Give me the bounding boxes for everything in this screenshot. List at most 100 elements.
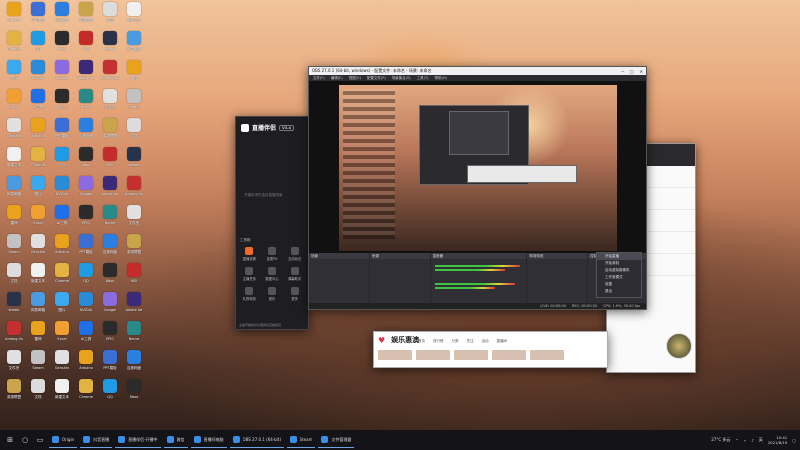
desktop-icon[interactable]: AI工具 bbox=[50, 205, 74, 233]
dock-sources[interactable]: 来源 bbox=[369, 253, 430, 309]
menu-view[interactable]: 视图(V) bbox=[349, 76, 361, 81]
desktop-icon[interactable]: Genshin bbox=[50, 350, 74, 378]
desktop-icon[interactable]: QQ bbox=[50, 147, 74, 175]
nav-category[interactable]: 分类 bbox=[452, 339, 459, 344]
desktop-icon[interactable]: Nerve bbox=[122, 321, 146, 349]
desktop-icon[interactable]: 图片 bbox=[2, 60, 26, 88]
desktop-icon[interactable]: Xbox bbox=[122, 379, 146, 407]
menu-scene-collection[interactable]: 场景集合(S) bbox=[392, 76, 411, 81]
nav-home[interactable]: 首页 bbox=[418, 339, 425, 344]
tool-music[interactable]: 音乐 bbox=[262, 287, 283, 301]
desktop-icon[interactable]: Arduino bbox=[2, 2, 26, 30]
desktop-icon[interactable]: steam bbox=[122, 147, 146, 175]
weather-text[interactable]: 27°C 多云 bbox=[711, 437, 730, 443]
tool-danmaku[interactable]: 弹幕助手 bbox=[284, 267, 305, 281]
taskbar-app[interactable]: Origin bbox=[49, 432, 78, 448]
desktop-icon[interactable]: NVIDIA bbox=[50, 176, 74, 204]
desktop-icon[interactable]: PPT模板 bbox=[74, 234, 98, 262]
task-view-icon[interactable]: ▭ bbox=[34, 434, 46, 446]
network-icon[interactable]: ⌁ bbox=[744, 438, 746, 443]
desktop-icon[interactable]: 网易邮箱 bbox=[2, 176, 26, 204]
dock-transitions[interactable]: 转场特效 bbox=[527, 253, 588, 309]
desktop-icon[interactable]: Chrome bbox=[2, 31, 26, 59]
desktop-icon[interactable]: 文档 bbox=[98, 2, 122, 30]
clock[interactable]: 10:41 2021/8/19 bbox=[768, 435, 787, 445]
desktop-icon[interactable]: 百度网盘 bbox=[122, 350, 146, 378]
desktop-icon[interactable]: Nerve bbox=[98, 205, 122, 233]
taskbar-app[interactable]: 抖音直播 bbox=[80, 432, 113, 448]
desktop-icon[interactable]: Chrome bbox=[26, 147, 50, 175]
tool-tasks[interactable]: 主播任务 bbox=[239, 267, 260, 281]
desktop-icon[interactable]: 雷神 bbox=[2, 205, 26, 233]
desktop-icon[interactable]: steam bbox=[98, 31, 122, 59]
desktop-icon[interactable]: 百度网盘 bbox=[74, 118, 98, 146]
desktop-icon[interactable]: 雷神 bbox=[26, 321, 50, 349]
desktop-icon[interactable]: 新建文本 bbox=[122, 2, 146, 30]
tool-more[interactable]: 更多 bbox=[284, 287, 305, 301]
desktop-icon[interactable]: NVIDIA bbox=[74, 292, 98, 320]
desktop-icon[interactable]: 新建文本 bbox=[50, 379, 74, 407]
desktop-icon[interactable]: QQ bbox=[98, 379, 122, 407]
menu-help[interactable]: 帮助(H) bbox=[435, 76, 447, 81]
desktop-icon[interactable]: 文件夹 bbox=[98, 89, 122, 117]
desktop-icon[interactable]: PPT模板 bbox=[26, 2, 50, 30]
desktop-icon[interactable]: Among Us bbox=[98, 60, 122, 88]
desktop-icon[interactable]: 图片 bbox=[26, 176, 50, 204]
desktop-icon[interactable]: Arduino bbox=[74, 350, 98, 378]
desktop-icon[interactable]: 英雄联盟 bbox=[2, 379, 26, 407]
taskbar-app[interactable]: 直播间电脑 bbox=[190, 432, 227, 448]
desktop-icon[interactable]: 新建文本 bbox=[2, 147, 26, 175]
studio-mode-item[interactable]: 工作室模式 bbox=[597, 274, 641, 281]
desktop-icon[interactable]: Adobe Ae bbox=[74, 60, 98, 88]
desktop-icon[interactable]: AI工具 bbox=[26, 89, 50, 117]
desktop-icon[interactable]: Chrome bbox=[74, 379, 98, 407]
chevron-up-icon[interactable]: ⌃ bbox=[735, 438, 738, 443]
maximize-icon[interactable]: □ bbox=[630, 69, 634, 74]
desktop-icon[interactable]: NVIDIA bbox=[26, 60, 50, 88]
desktop-icon[interactable]: Among Us bbox=[122, 176, 146, 204]
desktop-icon[interactable]: Steam bbox=[26, 350, 50, 378]
desktop-icon[interactable]: steam bbox=[2, 292, 26, 320]
desktop-icon[interactable]: Adobe Ae bbox=[98, 176, 122, 204]
desktop-icon[interactable]: 文档 bbox=[122, 118, 146, 146]
desktop-icon[interactable]: MSI bbox=[122, 263, 146, 291]
settings-item[interactable]: 设置 bbox=[597, 281, 641, 288]
desktop-icon[interactable]: MSI bbox=[74, 31, 98, 59]
desktop-icon[interactable]: Google bbox=[74, 176, 98, 204]
desktop-icon[interactable]: AI工具 bbox=[74, 321, 98, 349]
search-icon[interactable]: ○ bbox=[19, 434, 31, 446]
exit-item[interactable]: 退出 bbox=[597, 288, 641, 295]
desktop-icon[interactable]: Xbox bbox=[74, 147, 98, 175]
desktop-icon[interactable]: Excel bbox=[50, 321, 74, 349]
notification-icon[interactable]: ▢ bbox=[792, 438, 796, 443]
taskbar-app[interactable]: 直播伴侣-开播中 bbox=[115, 432, 161, 448]
tool-gift[interactable]: 礼物特效 bbox=[239, 287, 260, 301]
desktop-icon[interactable]: 雷神 bbox=[122, 60, 146, 88]
dock-scenes[interactable]: 场景 bbox=[309, 253, 369, 309]
desktop-icon[interactable]: Genshin bbox=[26, 234, 50, 262]
desktop-icon[interactable]: Steam bbox=[122, 89, 146, 117]
live-helper-window[interactable]: 直播伴侣 V3.4 开播前请先选择直播场景 工具箱 直播设置 连麦PK 互动玩法… bbox=[235, 116, 309, 330]
browser-window[interactable]: ♥ 娱乐惠澳 首页 排行榜 分类 关注 活动 直播间 bbox=[373, 331, 608, 368]
menu-tools[interactable]: 工具(T) bbox=[417, 76, 429, 81]
thumbnail[interactable] bbox=[492, 350, 526, 360]
desktop-icon[interactable]: Arduino bbox=[50, 234, 74, 262]
desktop-icon[interactable]: 百度网盘 bbox=[50, 2, 74, 30]
desktop-icon[interactable]: 英雄联盟 bbox=[98, 118, 122, 146]
desktop-icon[interactable]: MSI bbox=[98, 147, 122, 175]
thumbnail[interactable] bbox=[454, 350, 488, 360]
windows-start-icon[interactable]: ⊞ bbox=[4, 434, 16, 446]
minimize-icon[interactable]: ─ bbox=[621, 69, 623, 74]
volume-icon[interactable]: ♪ bbox=[751, 438, 754, 443]
avatar[interactable] bbox=[666, 333, 692, 359]
menu-file[interactable]: 文件(F) bbox=[313, 76, 325, 81]
tool-pk[interactable]: 连麦PK bbox=[262, 247, 283, 261]
taskbar-app[interactable]: 微信 bbox=[163, 432, 188, 448]
desktop-icon[interactable]: EPIC bbox=[98, 321, 122, 349]
ime-indicator[interactable]: 英 bbox=[759, 437, 763, 443]
desktop-icon[interactable]: Arduino bbox=[26, 118, 50, 146]
desktop-icon[interactable]: 英雄联盟 bbox=[74, 2, 98, 30]
desktop-icon[interactable]: 英雄联盟 bbox=[122, 234, 146, 262]
desktop-icon[interactable]: 文档 bbox=[2, 263, 26, 291]
desktop-icon[interactable]: Xbox bbox=[98, 263, 122, 291]
